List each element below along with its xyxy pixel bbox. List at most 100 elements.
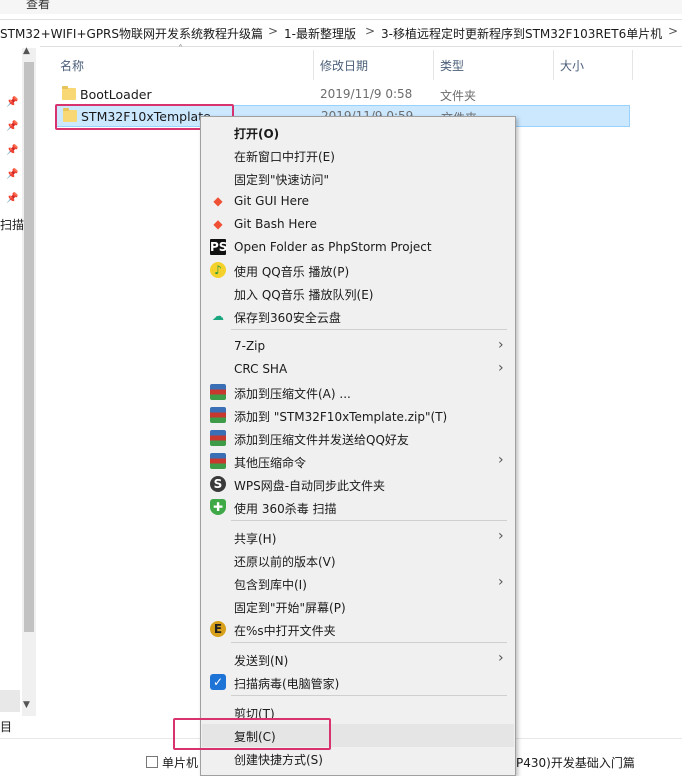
everything-icon: E xyxy=(210,621,226,637)
menu-item-label: 保存到360安全云盘 xyxy=(234,311,341,325)
menu-item-2[interactable]: 固定到"快速访问" xyxy=(202,167,514,190)
menu-item-23[interactable]: ✓ 扫描病毒(电脑管家) xyxy=(202,671,514,694)
file-row-bootloader[interactable]: BootLoader 2019/11/9 0:58 文件夹 xyxy=(56,84,630,106)
nav-scrollbar-thumb[interactable] xyxy=(24,62,34,632)
column-header-size[interactable]: 大小 xyxy=(560,57,584,74)
menu-item-label: 包含到库中(I) xyxy=(234,578,307,592)
winrar-icon xyxy=(210,384,226,400)
pin-icon[interactable]: 📌 xyxy=(6,97,18,108)
submenu-arrow-icon: › xyxy=(498,574,504,590)
menu-item-8[interactable]: ☁ 保存到360安全云盘 xyxy=(202,305,514,328)
pin-icon[interactable]: 📌 xyxy=(6,193,18,204)
menu-item-label: Git Bash Here xyxy=(234,217,317,231)
phpstorm-icon: PS xyxy=(210,239,228,255)
menu-item-label: 固定到"快速访问" xyxy=(234,173,330,187)
menu-item-label: 还原以前的版本(V) xyxy=(234,555,336,569)
status-item-label[interactable]: P430)开发基础入门篇 xyxy=(516,754,635,771)
winrar-icon xyxy=(210,407,226,423)
menu-item-label: 使用 360杀毒 扫描 xyxy=(234,502,337,516)
column-divider[interactable] xyxy=(632,50,633,80)
menu-item-19[interactable]: 包含到库中(I) › xyxy=(202,572,514,595)
menu-item-14[interactable]: 其他压缩命令 › xyxy=(202,450,514,473)
menu-item-18[interactable]: 还原以前的版本(V) xyxy=(202,549,514,572)
menu-item-7[interactable]: 加入 QQ音乐 播放队列(E) xyxy=(202,282,514,305)
menu-item-21[interactable]: E 在%s中打开文件夹 xyxy=(202,618,514,641)
nav-item-label[interactable]: 目 xyxy=(0,718,12,735)
cloud-360-icon: ☁ xyxy=(212,309,224,323)
sort-ascending-icon: ˄ xyxy=(178,44,183,55)
column-divider[interactable] xyxy=(553,50,554,80)
submenu-arrow-icon: › xyxy=(498,528,504,544)
git-icon: ◆ xyxy=(213,217,223,231)
view-tab[interactable]: 查看 xyxy=(26,0,50,12)
submenu-arrow-icon: › xyxy=(498,337,504,353)
menu-item-26[interactable]: 创建快捷方式(S) xyxy=(202,747,514,770)
column-header-name[interactable]: 名称 xyxy=(60,57,84,74)
scroll-up-icon[interactable]: ▲ xyxy=(23,46,30,56)
scroll-down-icon[interactable]: ▼ xyxy=(23,700,30,710)
context-menu: 打开(O) 在新窗口中打开(E) 固定到"快速访问" ◆ Git GUI Here ◆ Gi… xyxy=(200,116,516,776)
menu-item-label: 添加到 "STM32F10xTemplate.zip"(T) xyxy=(234,410,448,424)
file-type: 文件夹 xyxy=(440,89,477,103)
antivirus-360-icon: ✚ xyxy=(210,499,226,515)
menu-item-label: 使用 QQ音乐 播放(P) xyxy=(234,265,350,279)
column-header-type[interactable]: 类型 xyxy=(440,57,464,74)
menu-item-13[interactable]: 添加到压缩文件并发送给QQ好友 xyxy=(202,427,514,450)
file-name: BootLoader xyxy=(80,87,152,102)
menu-item-9[interactable]: 7-Zip › xyxy=(202,335,514,358)
column-divider[interactable] xyxy=(433,50,434,80)
submenu-arrow-icon: › xyxy=(498,650,504,666)
qqmusic-icon: ♪ xyxy=(210,262,226,278)
item-checkbox[interactable] xyxy=(146,756,158,768)
folder-icon xyxy=(62,86,76,100)
pin-icon[interactable]: 📌 xyxy=(6,169,18,180)
menu-item-3[interactable]: ◆ Git GUI Here xyxy=(202,190,514,213)
menu-item-label: 加入 QQ音乐 播放队列(E) xyxy=(234,288,374,302)
column-divider[interactable] xyxy=(313,50,314,80)
breadcrumb-latest[interactable]: 1-最新整理版 xyxy=(284,25,356,42)
menu-separator xyxy=(231,520,507,521)
breadcrumb-current[interactable]: 3-移植远程定时更新程序到STM32F103RET6单片机 xyxy=(381,25,662,42)
menu-item-label: Open Folder as PhpStorm Project xyxy=(234,240,432,254)
column-header-date[interactable]: 修改日期 xyxy=(320,57,368,74)
menu-item-0[interactable]: 打开(O) xyxy=(202,121,514,144)
pin-icon[interactable]: 📌 xyxy=(6,121,18,132)
address-bar[interactable]: STM32+WIFI+GPRS物联网开发系统教程升级篇 > 1-最新整理版 > … xyxy=(0,19,682,47)
menu-item-12[interactable]: 添加到 "STM32F10xTemplate.zip"(T) xyxy=(202,404,514,427)
menu-item-22[interactable]: 发送到(N) › xyxy=(202,648,514,671)
submenu-arrow-icon: › xyxy=(498,360,504,376)
menu-item-17[interactable]: 共享(H) › xyxy=(202,526,514,549)
menu-item-20[interactable]: 固定到"开始"屏幕(P) xyxy=(202,595,514,618)
menu-item-4[interactable]: ◆ Git Bash Here xyxy=(202,213,514,236)
menu-separator xyxy=(231,642,507,643)
menu-item-label: 打开(O) xyxy=(234,127,280,141)
breadcrumb-separator[interactable]: > xyxy=(668,24,678,38)
menu-item-label: 共享(H) xyxy=(234,532,277,546)
menu-separator xyxy=(231,695,507,696)
pin-icon[interactable]: 📌 xyxy=(6,145,18,156)
menu-item-15[interactable]: S WPS网盘-自动同步此文件夹 xyxy=(202,473,514,496)
git-icon: ◆ xyxy=(213,194,223,208)
breadcrumb-course[interactable]: STM32+WIFI+GPRS物联网开发系统教程升级篇 xyxy=(0,25,263,42)
menu-item-label: 其他压缩命令 xyxy=(234,456,307,470)
highlight-copy-item xyxy=(173,718,331,750)
file-date: 2019/11/9 0:58 xyxy=(320,87,413,101)
breadcrumb-separator[interactable]: > xyxy=(365,24,375,38)
menu-item-6[interactable]: ♪ 使用 QQ音乐 播放(P) xyxy=(202,259,514,282)
menu-item-label: WPS网盘-自动同步此文件夹 xyxy=(234,479,386,493)
menu-item-1[interactable]: 在新窗口中打开(E) xyxy=(202,144,514,167)
submenu-arrow-icon: › xyxy=(498,452,504,468)
menu-item-label: 添加到压缩文件并发送给QQ好友 xyxy=(234,433,409,447)
menu-item-label: 发送到(N) xyxy=(234,654,289,668)
menu-item-10[interactable]: CRC SHA › xyxy=(202,358,514,381)
menu-item-5[interactable]: PS Open Folder as PhpStorm Project xyxy=(202,236,514,259)
nav-selected-item[interactable] xyxy=(0,690,20,712)
nav-item-scan[interactable]: 扫描 xyxy=(0,216,24,233)
menu-separator xyxy=(231,329,507,330)
menu-item-11[interactable]: 添加到压缩文件(A) ... xyxy=(202,381,514,404)
menu-item-label: 固定到"开始"屏幕(P) xyxy=(234,601,346,615)
status-item-label[interactable]: 单片机 xyxy=(162,754,198,771)
menu-item-label: CRC SHA xyxy=(234,362,288,376)
menu-item-16[interactable]: ✚ 使用 360杀毒 扫描 xyxy=(202,496,514,519)
breadcrumb-separator[interactable]: > xyxy=(268,24,278,38)
